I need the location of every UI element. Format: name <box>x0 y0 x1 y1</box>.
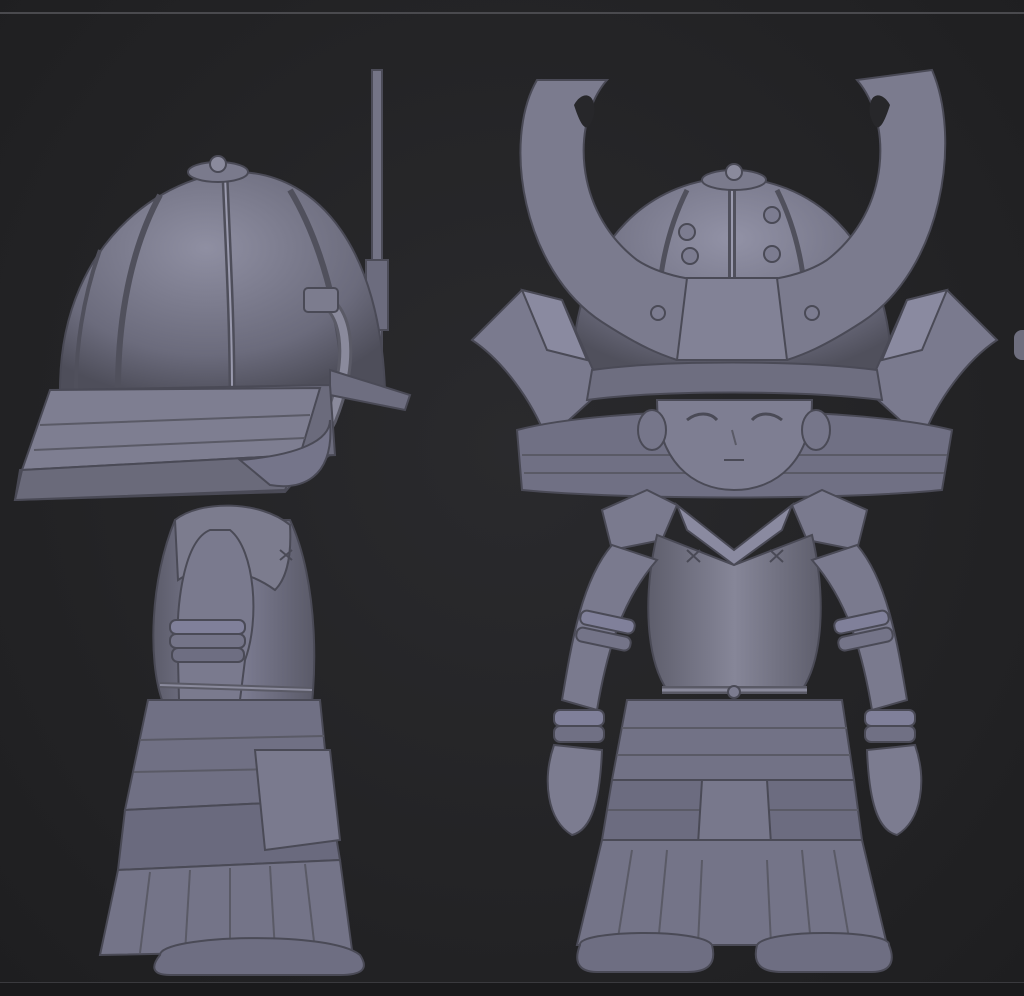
ear-right <box>801 409 831 451</box>
helmet-rivet <box>678 223 696 241</box>
arm-band <box>169 619 246 635</box>
helmet-rivet <box>763 245 781 263</box>
helmet-rivet <box>763 206 781 224</box>
helmet-top-knob <box>725 163 743 181</box>
helmet-dome <box>58 170 387 391</box>
arm-band <box>171 647 245 663</box>
foot-left <box>576 932 715 973</box>
skirt-tier-1 <box>610 699 856 781</box>
viewport-bottom-border <box>0 982 1024 996</box>
foot-side <box>153 937 365 976</box>
belt-knot <box>727 685 741 699</box>
hand-left <box>546 743 604 837</box>
strap-buckle <box>303 287 339 313</box>
foot-right <box>754 932 893 973</box>
viewport-top-border <box>0 12 1024 14</box>
crest-rivet <box>804 305 820 321</box>
wrist-band-left <box>553 709 605 727</box>
crest-center-plate <box>675 277 789 361</box>
wrist-band-left <box>553 725 605 743</box>
helmet-rivet <box>681 247 699 265</box>
sculpt-viewport[interactable] <box>0 0 1024 996</box>
ear-left <box>637 409 667 451</box>
arm-band <box>169 633 246 649</box>
hand-right <box>865 743 923 837</box>
samurai-front-view-sculpt[interactable] <box>462 60 1007 990</box>
helmet-top-knob <box>209 155 227 173</box>
samurai-side-view-sculpt[interactable] <box>0 60 420 990</box>
wrist-band-right <box>864 725 916 743</box>
skirt-panel <box>253 749 342 852</box>
wrist-band-right <box>864 709 916 727</box>
crest-rivet <box>650 305 666 321</box>
helmet-brim <box>585 361 884 402</box>
partial-model-edge <box>1014 330 1024 360</box>
